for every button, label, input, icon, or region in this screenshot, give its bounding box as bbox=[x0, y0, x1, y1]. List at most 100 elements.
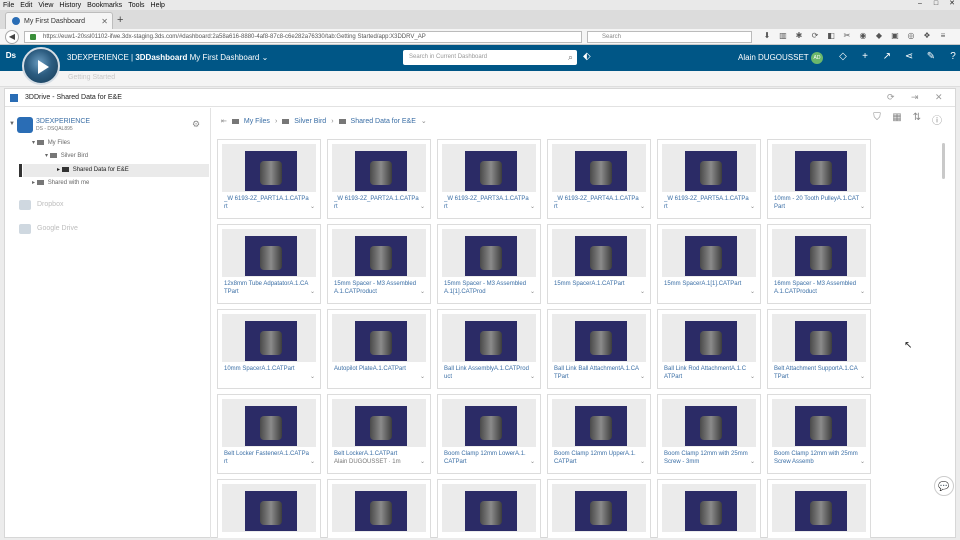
toggle-sidebar-icon[interactable]: ⇤ bbox=[221, 117, 227, 125]
file-tile[interactable]: Boom Clamp 12mm UpperA.1.CATPart ⌄ bbox=[547, 394, 651, 474]
hamburger-menu-icon[interactable]: ≡ bbox=[936, 31, 950, 40]
file-name[interactable]: _W 6193-2Z_PART1A.1.CATPart bbox=[224, 195, 310, 213]
breadcrumb-dropdown-icon[interactable]: ⌄ bbox=[421, 117, 427, 125]
file-tile[interactable]: Boom Clamp 12mm with 25mm Screw - 3mm ⌄ bbox=[657, 394, 761, 474]
window-close-icon[interactable]: ✕ bbox=[944, 0, 960, 8]
menu-tools[interactable]: Tools bbox=[128, 2, 144, 9]
minimize-icon[interactable]: – bbox=[912, 0, 928, 8]
file-tile[interactable]: Boom Clamp 12mm with 25mm Screw Assemb ⌄ bbox=[767, 394, 871, 474]
menu-bookmarks[interactable]: Bookmarks bbox=[87, 2, 122, 9]
refresh-icon[interactable]: ⟳ bbox=[887, 92, 895, 103]
file-name[interactable]: 16mm Spacer - M3 AssembledA.1.CATProduct bbox=[774, 280, 860, 298]
file-tile[interactable]: 15mm SpacerA.1[1].CATPart ⌄ bbox=[657, 224, 761, 304]
file-tile[interactable]: ⌄ bbox=[657, 479, 761, 538]
help-icon[interactable]: ? bbox=[942, 51, 960, 62]
addon3-icon[interactable]: ▣ bbox=[888, 31, 902, 40]
dashboard-tab-getting-started[interactable]: Getting Started bbox=[68, 74, 115, 81]
avatar[interactable]: AD bbox=[811, 52, 823, 64]
file-menu-chevron-icon[interactable]: ⌄ bbox=[420, 373, 425, 380]
file-name[interactable]: _W 6193-2Z_PART2A.1.CATPart bbox=[334, 195, 420, 213]
file-name[interactable] bbox=[774, 535, 860, 538]
file-menu-chevron-icon[interactable]: ⌄ bbox=[530, 373, 535, 380]
file-tile[interactable]: 15mm Spacer - M3 AssembledA.1.CATProduct… bbox=[327, 224, 431, 304]
notifications-icon[interactable]: ◇ bbox=[832, 51, 854, 62]
file-name[interactable]: 15mm Spacer - M3 AssembledA.1[1].CATProd bbox=[444, 280, 530, 298]
addon4-icon[interactable]: ◎ bbox=[904, 31, 918, 40]
pocket-icon[interactable]: ◧ bbox=[824, 31, 838, 40]
source-dropbox[interactable]: Dropbox bbox=[37, 201, 63, 208]
sync-icon[interactable]: ⟳ bbox=[808, 31, 822, 40]
tree-item-my-files[interactable]: ▾ My Files bbox=[32, 139, 70, 146]
file-menu-chevron-icon[interactable]: ⌄ bbox=[860, 373, 865, 380]
file-tile[interactable]: Ball Link AssemblyA.1.CATProduct ⌄ bbox=[437, 309, 541, 389]
file-tile[interactable]: Belt LockerA.1.CATPart ⌄ Alain DUGOUSSET ·… bbox=[327, 394, 431, 474]
file-menu-chevron-icon[interactable]: ⌄ bbox=[640, 288, 645, 295]
compass-icon[interactable] bbox=[22, 47, 60, 85]
file-name[interactable]: 15mm Spacer - M3 AssembledA.1.CATProduct bbox=[334, 280, 420, 298]
menu-history[interactable]: History bbox=[59, 2, 81, 9]
share-network-icon[interactable]: ⋖ bbox=[898, 51, 920, 62]
file-tile[interactable]: 10mm SpacerA.1.CATPart ⌄ bbox=[217, 309, 321, 389]
file-menu-chevron-icon[interactable]: ⌄ bbox=[860, 288, 865, 295]
file-tile[interactable]: 15mm Spacer - M3 AssembledA.1[1].CATProd… bbox=[437, 224, 541, 304]
file-name[interactable]: 15mm SpacerA.1[1].CATPart bbox=[664, 280, 750, 298]
platform-title[interactable]: 3DEXPERIENCE | 3DDashboard My First Dash… bbox=[67, 53, 268, 62]
file-menu-chevron-icon[interactable]: ⌄ bbox=[310, 203, 315, 210]
thumbnail-view-icon[interactable]: ▦ bbox=[887, 112, 907, 127]
file-name[interactable]: Ball Link AssemblyA.1.CATProduct bbox=[444, 365, 530, 383]
file-name[interactable]: 10mm SpacerA.1.CATPart bbox=[224, 365, 310, 383]
file-tile[interactable]: _W 6193-2Z_PART2A.1.CATPart ⌄ bbox=[327, 139, 431, 219]
maximize-widget-icon[interactable]: ⇥ bbox=[911, 92, 919, 103]
file-name[interactable]: 12x8mm Tube AdpatatorA.1.CATPart bbox=[224, 280, 310, 298]
file-tile[interactable]: _W 6193-2Z_PART5A.1.CATPart ⌄ bbox=[657, 139, 761, 219]
source-name[interactable]: 3DEXPERIENCE bbox=[36, 118, 90, 125]
file-name[interactable]: Belt Attachment SupportA.1.CATPart bbox=[774, 365, 860, 383]
file-name[interactable] bbox=[664, 535, 750, 538]
file-menu-chevron-icon[interactable]: ⌄ bbox=[530, 458, 535, 465]
file-name[interactable]: Boom Clamp 12mm UpperA.1.CATPart bbox=[554, 450, 640, 468]
screenshot-icon[interactable]: ✂ bbox=[840, 31, 854, 40]
chat-icon[interactable]: 💬 bbox=[934, 476, 954, 496]
maximize-icon[interactable]: □ bbox=[928, 0, 944, 8]
file-tile[interactable]: ⌄ bbox=[437, 479, 541, 538]
back-icon[interactable]: ◀ bbox=[5, 30, 19, 44]
file-name[interactable]: _W 6193-2Z_PART5A.1.CATPart bbox=[664, 195, 750, 213]
addon-icon[interactable]: ◉ bbox=[856, 31, 870, 40]
file-tile[interactable]: 10mm - 20 Tooth PulleyA.1.CATPart ⌄ bbox=[767, 139, 871, 219]
file-name[interactable]: 15mm SpacerA.1.CATPart bbox=[554, 280, 640, 298]
file-menu-chevron-icon[interactable]: ⌄ bbox=[420, 203, 425, 210]
browser-tab[interactable]: My First Dashboard ✕ bbox=[5, 12, 113, 29]
file-menu-chevron-icon[interactable]: ⌄ bbox=[530, 288, 535, 295]
source-google-drive[interactable]: Google Drive bbox=[37, 225, 78, 232]
new-tab-icon[interactable]: + bbox=[117, 14, 123, 26]
file-name[interactable]: _W 6193-2Z_PART4A.1.CATPart bbox=[554, 195, 640, 213]
collapse-source-icon[interactable]: ▼ bbox=[9, 121, 15, 127]
filter-icon[interactable]: ⛉ bbox=[867, 112, 887, 127]
file-name[interactable] bbox=[224, 535, 310, 538]
file-menu-chevron-icon[interactable]: ⌄ bbox=[530, 203, 535, 210]
menu-edit[interactable]: Edit bbox=[20, 2, 32, 9]
file-tile[interactable]: Ball Link Rod AttachmentA.1.CATPart ⌄ bbox=[657, 309, 761, 389]
file-name[interactable] bbox=[444, 535, 530, 538]
file-tile[interactable]: 15mm SpacerA.1.CATPart ⌄ bbox=[547, 224, 651, 304]
file-name[interactable] bbox=[334, 535, 420, 538]
file-tile[interactable]: 12x8mm Tube AdpatatorA.1.CATPart ⌄ bbox=[217, 224, 321, 304]
menu-help[interactable]: Help bbox=[151, 2, 165, 9]
file-tile[interactable]: _W 6193-2Z_PART3A.1.CATPart ⌄ bbox=[437, 139, 541, 219]
menu-file[interactable]: File bbox=[3, 2, 14, 9]
file-menu-chevron-icon[interactable]: ⌄ bbox=[750, 458, 755, 465]
file-menu-chevron-icon[interactable]: ⌄ bbox=[310, 458, 315, 465]
breadcrumb-shared-data[interactable]: Shared Data for E&E bbox=[351, 118, 416, 125]
file-menu-chevron-icon[interactable]: ⌄ bbox=[640, 458, 645, 465]
file-name[interactable]: Belt Locker FastenerA.1.CATPart bbox=[224, 450, 310, 468]
tab-close-icon[interactable]: ✕ bbox=[101, 17, 108, 26]
file-tile[interactable]: ⌄ bbox=[327, 479, 431, 538]
tree-item-shared-with-me[interactable]: ▸ Shared with me bbox=[32, 179, 89, 186]
tools-icon[interactable]: ✎ bbox=[920, 51, 942, 62]
file-name[interactable]: Ball Link Ball AttachmentA.1.CATPart bbox=[554, 365, 640, 383]
breadcrumb-silver-bird[interactable]: Silver Bird bbox=[294, 118, 326, 125]
file-name[interactable]: Autopilot PlateA.1.CATPart bbox=[334, 365, 420, 383]
sort-icon[interactable]: ⇅ bbox=[907, 112, 927, 127]
file-tile[interactable]: ⌄ bbox=[767, 479, 871, 538]
menu-view[interactable]: View bbox=[38, 2, 53, 9]
